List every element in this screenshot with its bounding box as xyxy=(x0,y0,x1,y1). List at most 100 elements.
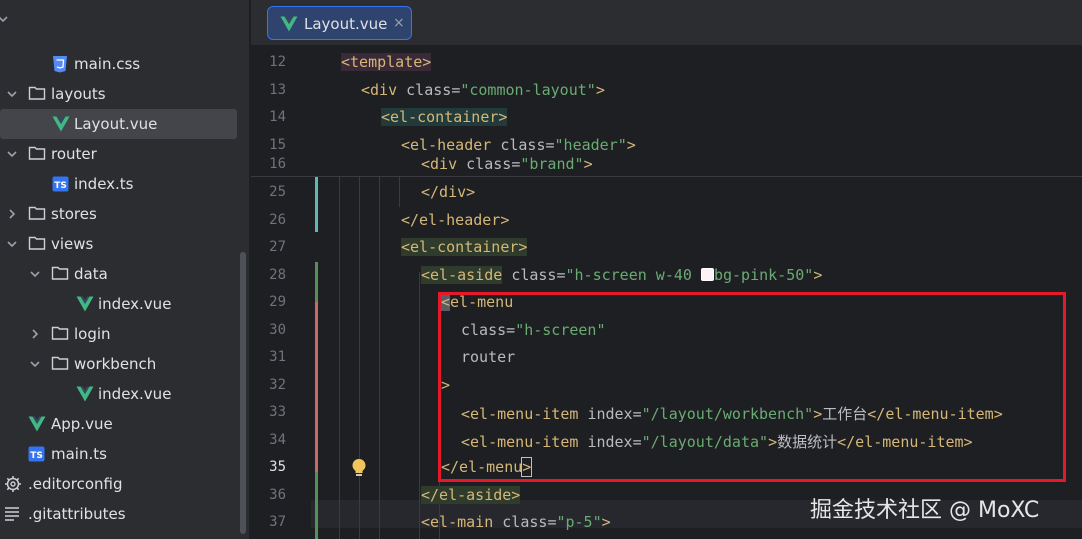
code-line: 26 </el-header> xyxy=(251,207,1082,234)
watermark: 掘金技术社区 @ MoXC xyxy=(810,498,1040,523)
code-line: 12 <template> xyxy=(251,49,1082,76)
line-number: 26 xyxy=(269,212,286,228)
tree-item-workbench-index-vue[interactable]: index.vue xyxy=(0,379,249,409)
tree-item-layouts[interactable]: layouts xyxy=(0,79,249,109)
folder-icon xyxy=(51,265,69,283)
line-number: 14 xyxy=(269,109,286,125)
tree-item-label: stores xyxy=(51,205,97,223)
line-number: 34 xyxy=(269,432,286,448)
tag-token: </el-aside> xyxy=(421,486,521,504)
line-number: 35 xyxy=(269,459,286,475)
tree-item-layout-vue[interactable]: Layout.vue xyxy=(0,109,237,139)
chevron-down-icon[interactable] xyxy=(5,237,19,251)
line-number: 28 xyxy=(269,267,286,283)
line-number: 37 xyxy=(269,514,286,530)
tree-item-label: .gitattributes xyxy=(28,505,126,523)
annotation-highlight-box xyxy=(438,292,1066,482)
vue-file-icon xyxy=(76,386,94,404)
tag-token: <el-container> xyxy=(381,108,508,126)
folder-icon xyxy=(51,355,69,373)
string-token: "brand" xyxy=(520,155,584,173)
chevron-down-icon[interactable] xyxy=(28,357,42,371)
code-line: 16 <div class="brand"> xyxy=(251,151,1082,178)
line-number: 27 xyxy=(269,239,286,255)
tree-item-data-index-vue[interactable]: index.vue xyxy=(0,289,249,319)
line-number: 36 xyxy=(269,487,286,503)
vue-file-icon xyxy=(28,416,46,434)
tree-item-label: main.ts xyxy=(51,445,107,463)
folder-icon xyxy=(28,235,46,253)
tree-item-stores[interactable]: stores xyxy=(0,199,249,229)
tree-item-main-ts[interactable]: TS main.ts xyxy=(0,439,249,469)
attr-token: class xyxy=(511,266,557,284)
tree-item-router-index-ts[interactable]: TS index.ts xyxy=(0,169,249,199)
tree-item-workbench[interactable]: workbench xyxy=(0,349,249,379)
tree-item-label: router xyxy=(51,145,97,163)
tag-token: > xyxy=(583,155,593,173)
tree-item-router[interactable]: router xyxy=(0,139,249,169)
chevron-right-icon[interactable] xyxy=(28,327,42,341)
tree-item-label: .editorconfig xyxy=(28,475,123,493)
lines-icon xyxy=(4,505,22,523)
gear-icon xyxy=(4,475,22,493)
sidebar-scrollbar[interactable] xyxy=(240,252,246,534)
tree-item-login[interactable]: login xyxy=(0,319,249,349)
sticky-scroll-header: 12 <template> 13 <div class="common-layo… xyxy=(251,47,1082,177)
tree-item-label: index.vue xyxy=(98,295,172,313)
tag-token: <div xyxy=(421,155,458,173)
line-number: 31 xyxy=(269,349,286,365)
tag-token: <div xyxy=(361,81,398,99)
code-line: 14 <el-container> xyxy=(251,104,1082,131)
vue-file-icon xyxy=(280,16,298,36)
tag-token: > xyxy=(595,81,605,99)
tree-item-label: main.css xyxy=(74,55,141,73)
chevron-down-icon[interactable] xyxy=(5,147,19,161)
tree-item-editorconfig[interactable]: .editorconfig xyxy=(0,469,249,499)
line-number: 12 xyxy=(269,54,286,70)
svg-text:TS: TS xyxy=(54,181,67,191)
tag-token: <template> xyxy=(341,53,432,71)
folder-icon xyxy=(28,85,46,103)
chevron-right-icon[interactable] xyxy=(5,207,19,221)
color-swatch-icon[interactable] xyxy=(700,268,714,281)
folder-icon xyxy=(28,205,46,223)
tree-item-label: index.ts xyxy=(74,175,134,193)
tree-item-data[interactable]: data xyxy=(0,259,249,289)
line-number: 32 xyxy=(269,377,286,393)
folder-icon xyxy=(51,325,69,343)
tag-token: <el-aside xyxy=(421,266,503,284)
code-line: 28 <el-aside class="h-screen w-40 bg-pin… xyxy=(251,262,1082,289)
tree-item-label: data xyxy=(74,265,108,283)
chevron-down-icon[interactable] xyxy=(5,87,19,101)
tree-item-app-vue[interactable]: App.vue xyxy=(0,409,249,439)
attr-token: class xyxy=(466,155,512,173)
tag-token: <el-container> xyxy=(401,238,528,256)
tree-item-label: Layout.vue xyxy=(74,115,158,133)
ts-file-icon: TS xyxy=(52,176,70,194)
close-icon[interactable]: × xyxy=(393,15,405,31)
line-number: 13 xyxy=(269,82,286,98)
tree-item-main-css[interactable]: main.css xyxy=(0,49,249,79)
svg-text:TS: TS xyxy=(30,451,43,461)
attr-token: class xyxy=(502,513,548,531)
tree-item-views[interactable]: views xyxy=(0,229,249,259)
line-number: 29 xyxy=(269,294,286,310)
lightbulb-icon[interactable] xyxy=(351,458,367,482)
chevron-down-icon[interactable] xyxy=(0,12,10,26)
tag-token: </el-header> xyxy=(401,211,510,229)
project-tree-panel: main.css layouts Layout.vue router TS in… xyxy=(0,0,250,539)
string-token: "h-screen w-40 xyxy=(565,266,701,284)
folder-icon xyxy=(28,145,46,163)
tree-item-label: views xyxy=(51,235,94,253)
tag-token: > xyxy=(601,513,611,531)
tree-item-gitattributes[interactable]: .gitattributes xyxy=(0,499,249,529)
tab-layout-vue[interactable]: Layout.vue × xyxy=(267,6,412,40)
tag-token: > xyxy=(813,266,823,284)
code-line: 25 </div> xyxy=(251,179,1082,206)
string-token: "p-5" xyxy=(556,513,602,531)
code-line: 27 <el-container> xyxy=(251,234,1082,261)
line-number: 25 xyxy=(269,184,286,200)
attr-token: class xyxy=(406,81,452,99)
chevron-down-icon[interactable] xyxy=(28,267,42,281)
tree-row-partial[interactable] xyxy=(0,4,249,34)
